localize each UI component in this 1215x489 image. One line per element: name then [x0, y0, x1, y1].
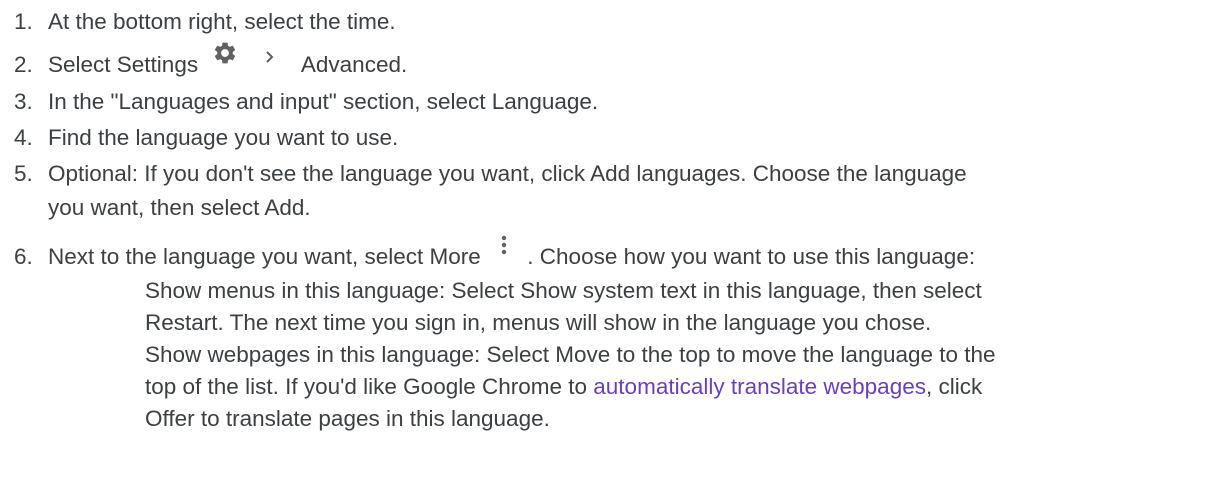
- substep-webpages-line1: Show webpages in this language: Select M…: [145, 342, 996, 367]
- step-text-before: Select Settings: [48, 52, 199, 77]
- step-4: 4. Find the language you want to use.: [14, 123, 398, 153]
- substep-menus-line2: Restart. The next time you sign in, menu…: [145, 310, 932, 335]
- step-5: 5. Optional: If you don't see the languag…: [14, 159, 967, 189]
- step-2: 2. Select Settings Advanced.: [14, 42, 408, 80]
- step-text: At the bottom right, select the time.: [48, 9, 396, 34]
- step-number: 1.: [14, 9, 33, 34]
- step-number: 6.: [14, 244, 33, 269]
- chevron-right-icon: [263, 43, 277, 73]
- gear-icon: [212, 40, 238, 74]
- step-5-continuation: you want, then select Add.: [48, 195, 311, 220]
- step-number: 4.: [14, 125, 33, 150]
- step-6: 6. Next to the language you want, select …: [14, 235, 976, 272]
- step-1: 1. At the bottom right, select the time.: [14, 7, 396, 37]
- step-number: 3.: [14, 89, 33, 114]
- substep-webpages-line2: top of the list. If you'd like Google Ch…: [145, 372, 982, 402]
- substep-webpages-line3: Offer to translate pages in this languag…: [145, 406, 550, 431]
- step-text-after: . Choose how you want to use this langua…: [527, 244, 976, 269]
- step-text: Find the language you want to use.: [48, 125, 399, 150]
- step-number: 2.: [14, 52, 33, 77]
- more-vert-icon: [497, 233, 511, 265]
- step-number: 5.: [14, 161, 33, 186]
- substep-menus-line1: Show menus in this language: Select Show…: [145, 278, 982, 303]
- step-3: 3. In the "Languages and input" section, …: [14, 87, 598, 117]
- automatically-translate-link[interactable]: automatically translate webpages: [593, 374, 926, 399]
- step-text-before: Next to the language you want, select Mo…: [48, 244, 481, 269]
- substep-webpages-text-after: , click: [925, 374, 983, 399]
- step-text: Optional: If you don't see the language …: [48, 161, 967, 186]
- step-text-after: Advanced.: [300, 52, 408, 77]
- step-text: In the "Languages and input" section, se…: [48, 89, 599, 114]
- substep-webpages-text-before: top of the list. If you'd like Google Ch…: [145, 374, 594, 399]
